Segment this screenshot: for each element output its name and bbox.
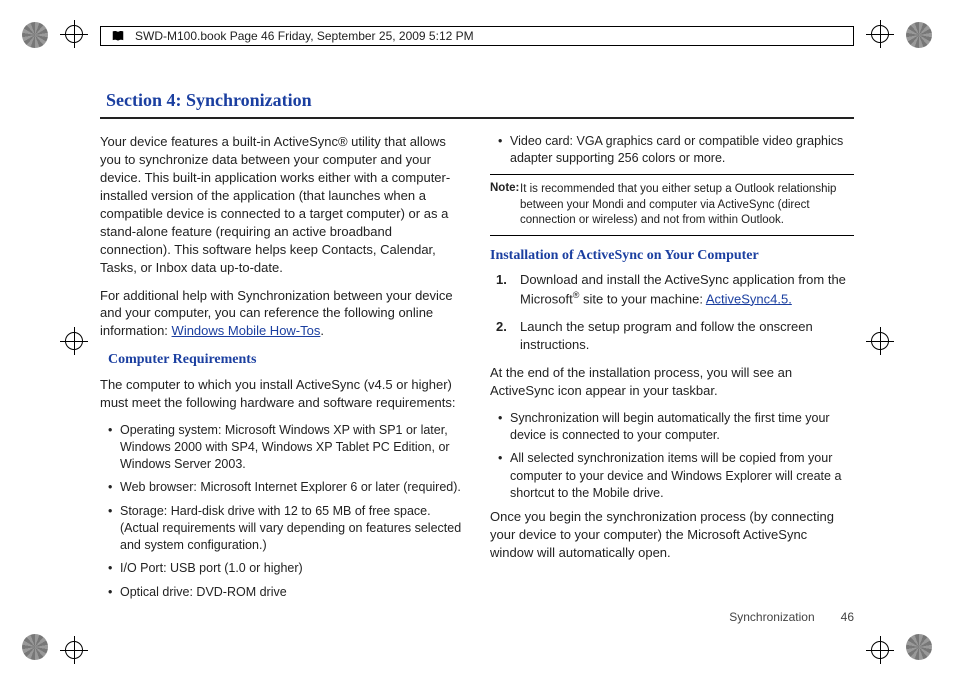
printer-mark-icon xyxy=(22,22,48,48)
crop-mark-icon xyxy=(866,20,894,48)
printer-mark-icon xyxy=(906,634,932,660)
content-area: Section 4: Synchronization Your device f… xyxy=(100,90,854,627)
installation-heading: Installation of ActiveSync on Your Compu… xyxy=(490,246,854,265)
intro-paragraph: Your device features a built-in ActiveSy… xyxy=(100,133,464,277)
after-install-1: At the end of the installation process, … xyxy=(490,364,854,400)
section-title: Section 4: Synchronization xyxy=(100,90,854,111)
crop-mark-icon xyxy=(60,327,88,355)
requirements-intro: The computer to which you install Active… xyxy=(100,376,464,412)
title-rule xyxy=(100,117,854,119)
how-tos-link[interactable]: Windows Mobile How-Tos xyxy=(172,323,321,338)
step1-text-b: site to your machine: xyxy=(579,291,705,306)
help-paragraph: For additional help with Synchronization… xyxy=(100,287,464,341)
install-steps: Download and install the ActiveSync appl… xyxy=(490,271,854,354)
footer-page-number: 46 xyxy=(841,610,854,624)
help-suffix: . xyxy=(320,323,324,338)
frame-header: SWD-M100.book Page 46 Friday, September … xyxy=(100,26,854,46)
crop-mark-icon xyxy=(60,20,88,48)
page: SWD-M100.book Page 46 Friday, September … xyxy=(0,0,954,682)
columns: Your device features a built-in ActiveSy… xyxy=(100,133,854,607)
after-install-2: Once you begin the synchronization proce… xyxy=(490,508,854,562)
activesync-link[interactable]: ActiveSync4.5. xyxy=(706,291,792,306)
page-footer: Synchronization 46 xyxy=(729,610,854,624)
computer-requirements-heading: Computer Requirements xyxy=(100,350,464,369)
book-icon xyxy=(111,29,125,43)
footer-section-label: Synchronization xyxy=(729,610,814,624)
requirements-list-continued: Video card: VGA graphics card or compati… xyxy=(490,133,854,168)
list-item: Web browser: Microsoft Internet Explorer… xyxy=(108,479,464,496)
list-item: I/O Port: USB port (1.0 or higher) xyxy=(108,560,464,577)
list-item: Optical drive: DVD-ROM drive xyxy=(108,584,464,601)
right-column: Video card: VGA graphics card or compati… xyxy=(490,133,854,607)
crop-mark-icon xyxy=(60,636,88,664)
note-block: Note: It is recommended that you either … xyxy=(490,174,854,236)
note-label: Note: xyxy=(490,182,519,194)
printer-mark-icon xyxy=(906,22,932,48)
list-item: Video card: VGA graphics card or compati… xyxy=(498,133,854,168)
left-column: Your device features a built-in ActiveSy… xyxy=(100,133,464,607)
sync-bullets: Synchronization will begin automatically… xyxy=(490,410,854,502)
list-item: Storage: Hard-disk drive with 12 to 65 M… xyxy=(108,503,464,555)
install-step-1: Download and install the ActiveSync appl… xyxy=(520,271,854,308)
install-step-2: Launch the setup program and follow the … xyxy=(520,318,854,354)
list-item: All selected synchronization items will … xyxy=(498,450,854,502)
printer-mark-icon xyxy=(22,634,48,660)
crop-mark-icon xyxy=(866,327,894,355)
note-body: It is recommended that you either setup … xyxy=(490,182,854,229)
list-item: Operating system: Microsoft Windows XP w… xyxy=(108,422,464,474)
requirements-list: Operating system: Microsoft Windows XP w… xyxy=(100,422,464,601)
crop-mark-icon xyxy=(866,636,894,664)
list-item: Synchronization will begin automatically… xyxy=(498,410,854,445)
frame-header-text: SWD-M100.book Page 46 Friday, September … xyxy=(135,29,474,43)
